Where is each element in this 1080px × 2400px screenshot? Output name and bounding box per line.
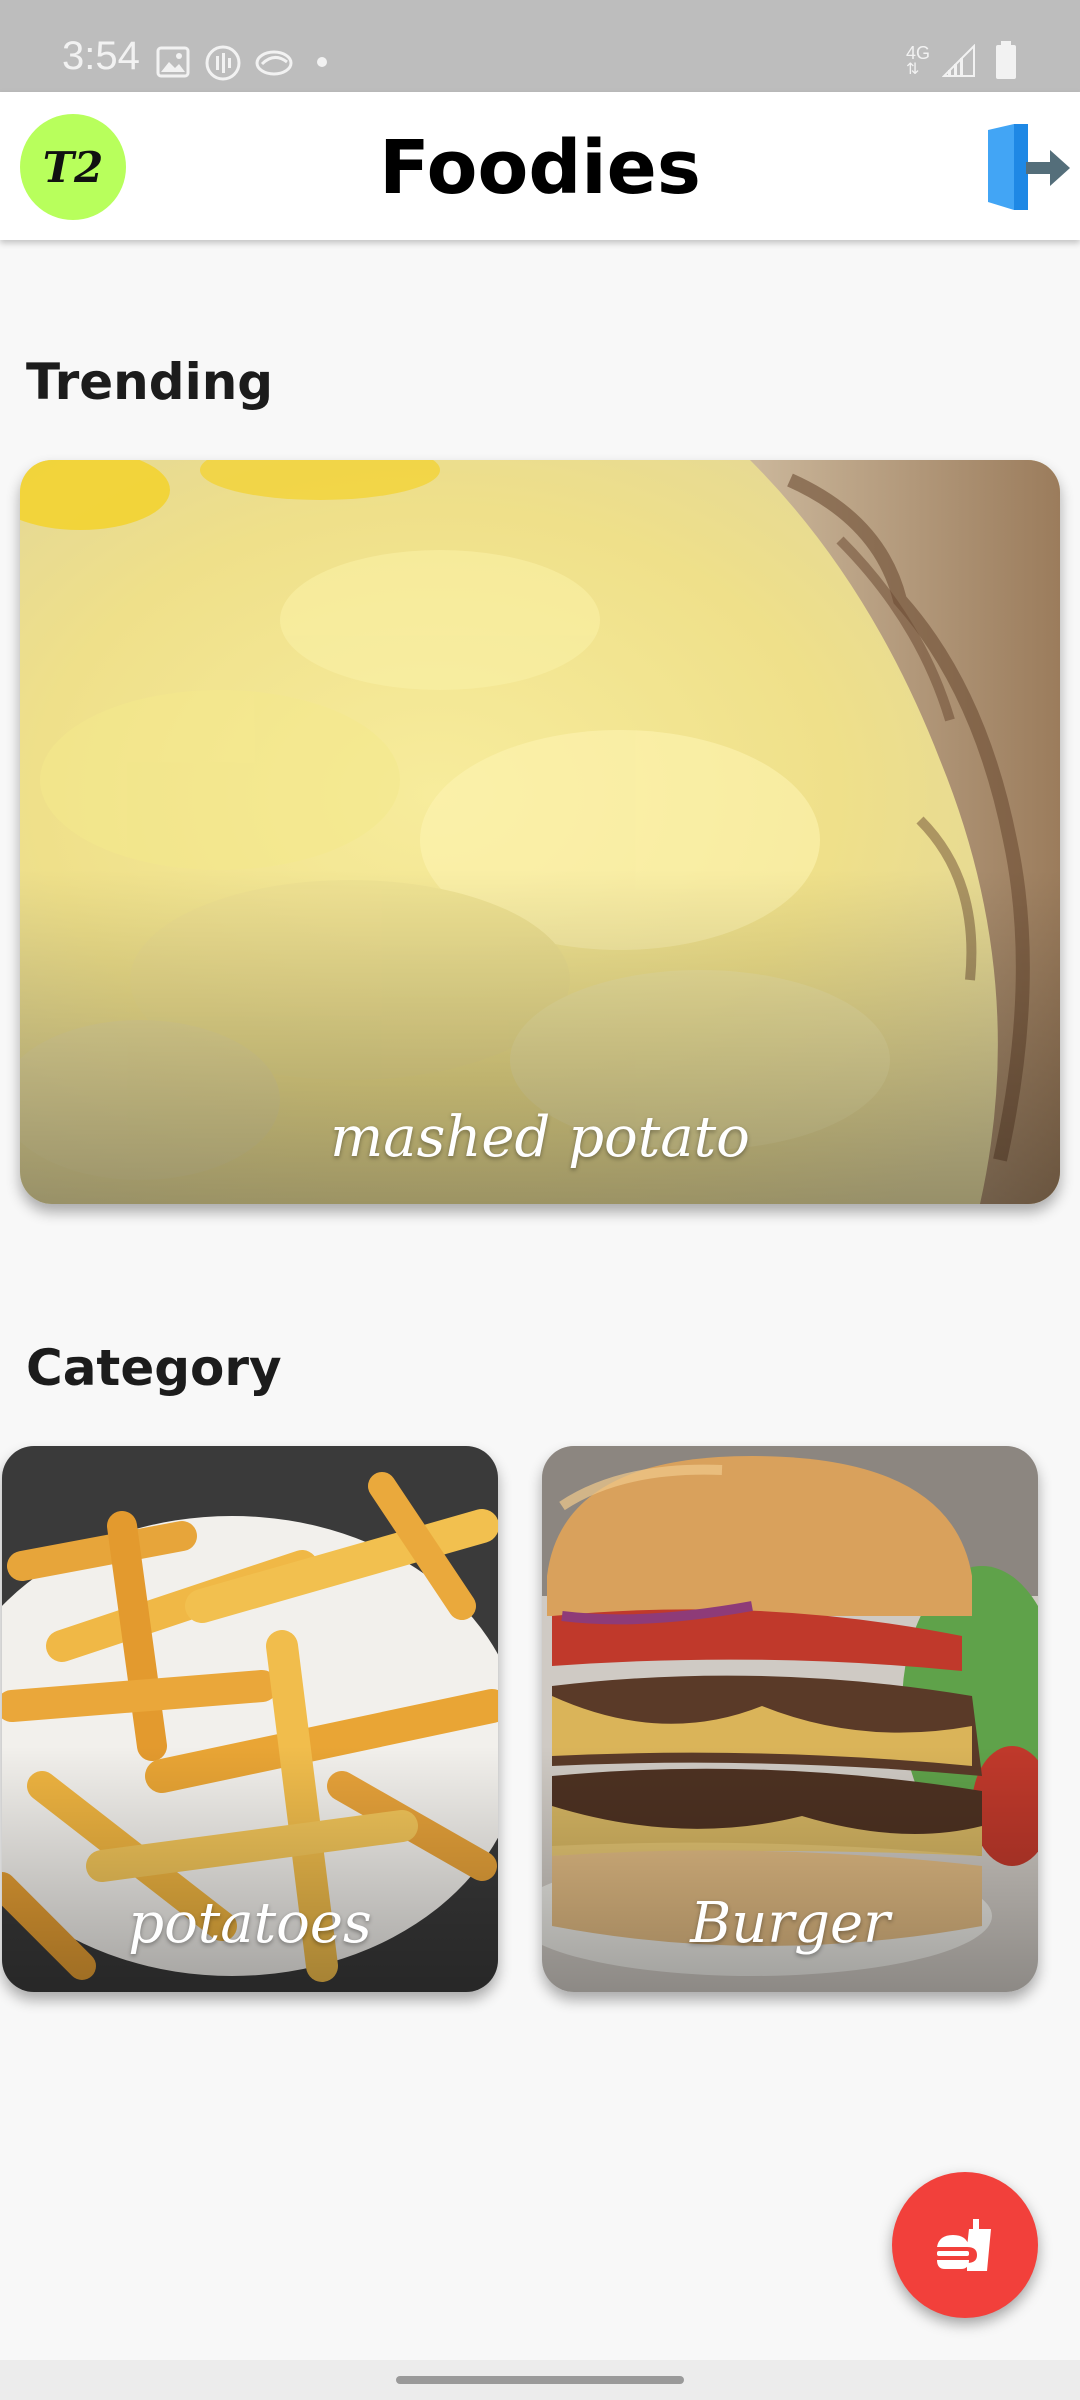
trending-item-label: mashed potato — [330, 1105, 750, 1170]
app-bar: T2 Foodies — [0, 92, 1080, 240]
add-food-fab[interactable] — [892, 2172, 1038, 2318]
category-item-label: Burger — [690, 1891, 890, 1956]
home-gesture-handle[interactable] — [396, 2376, 684, 2384]
system-nav-bar — [0, 2360, 1080, 2400]
dot-icon — [317, 57, 327, 67]
logout-button[interactable] — [980, 122, 1072, 212]
category-card-burger[interactable]: Burger — [542, 1446, 1038, 1992]
trending-card[interactable]: mashed potato — [20, 460, 1060, 1204]
fast-food-icon — [937, 2219, 991, 2271]
image-icon — [156, 46, 190, 78]
status-bar: 3:54 4G ⇅ — [0, 0, 1080, 92]
category-item-label: potatoes — [128, 1891, 372, 1956]
category-card-potatoes[interactable]: potatoes — [2, 1446, 498, 1992]
category-title: Category — [26, 1339, 282, 1397]
trending-title: Trending — [26, 353, 274, 411]
app-title: Foodies — [379, 125, 701, 211]
logout-icon — [988, 124, 1070, 210]
podcast-icon — [205, 45, 241, 81]
signal-icon — [942, 44, 975, 77]
network-label: 4G — [906, 43, 931, 63]
4g-icon: 4G ⇅ — [906, 43, 931, 78]
cloud-icon — [255, 50, 293, 76]
status-time: 3:54 — [62, 34, 140, 78]
battery-icon — [996, 41, 1016, 79]
